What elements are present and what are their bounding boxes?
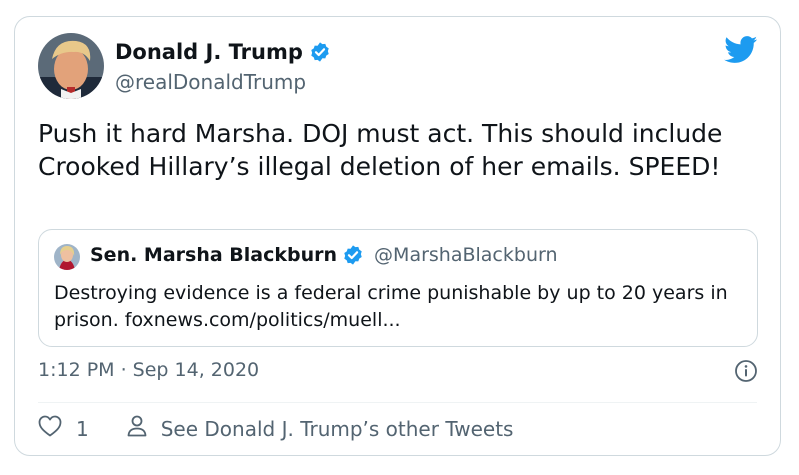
see-other-tweets-link[interactable]: See Donald J. Trump’s other Tweets (127, 415, 514, 442)
quoted-header: Sen. Marsha Blackburn @MarshaBlackburn (90, 244, 558, 266)
twitter-bird-icon[interactable] (724, 36, 758, 64)
action-bar: 1 See Donald J. Trump’s other Tweets (38, 415, 513, 442)
tweet-card[interactable]: Donald J. Trump @realDonaldTrump Push it… (14, 16, 781, 456)
quoted-tweet-text: Destroying evidence is a federal crime p… (54, 282, 728, 331)
info-icon[interactable] (734, 359, 758, 383)
heart-icon (38, 415, 62, 442)
like-button[interactable]: 1 (38, 415, 89, 442)
author-name-row[interactable]: Donald J. Trump (115, 40, 331, 64)
like-count: 1 (76, 416, 89, 441)
quoted-tweet[interactable]: Sen. Marsha Blackburn @MarshaBlackburn D… (38, 229, 758, 347)
author-avatar[interactable] (38, 33, 104, 99)
divider (38, 402, 757, 403)
quoted-author-handle[interactable]: @MarshaBlackburn (374, 244, 557, 266)
person-icon (127, 415, 147, 442)
tweet-text: Push it hard Marsha. DOJ must act. This … (38, 119, 723, 181)
author-handle[interactable]: @realDonaldTrump (115, 70, 306, 94)
tweet-timestamp[interactable]: 1:12 PM · Sep 14, 2020 (38, 359, 259, 381)
see-other-tweets-label: See Donald J. Trump’s other Tweets (160, 416, 514, 441)
verified-badge-icon (342, 244, 364, 266)
verified-badge-icon (309, 41, 331, 63)
author-name[interactable]: Donald J. Trump (115, 40, 303, 64)
quoted-author-avatar[interactable] (54, 244, 80, 270)
quoted-author-name[interactable]: Sen. Marsha Blackburn (90, 244, 337, 266)
